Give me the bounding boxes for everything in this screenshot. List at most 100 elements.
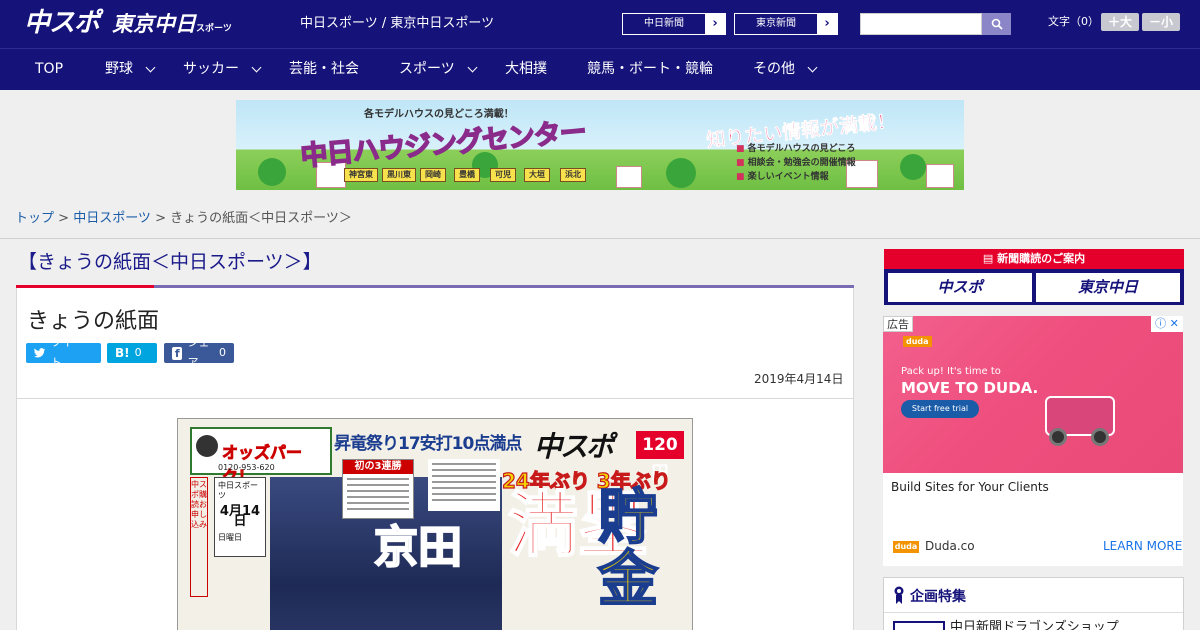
breadcrumb-section-link[interactable]: 中日スポーツ	[73, 211, 151, 226]
card-accent-red	[16, 285, 154, 288]
tokyo-logo-text: 東京中日	[112, 12, 196, 36]
banner-city-tag: 黒川東	[382, 168, 416, 182]
subscription-heading-text: 新聞購読のご案内	[997, 252, 1086, 265]
newspaper-front-page-image[interactable]: オッズパーク！ 0120-953-620 昇竜祭り17安打10点満点 中スポ 1…	[177, 418, 693, 630]
banner-city-tag: 大垣	[524, 168, 550, 182]
nav-label: 野球	[105, 61, 133, 77]
subscribe-tokyo-chunichi-button[interactable]: 東京中日	[1036, 273, 1180, 302]
main-nav: TOP 野球 サッカー 芸能・社会 スポーツ 大相撲 競馬・ボート・競輪 その他	[0, 48, 1200, 90]
front-page-big-text: 貯金	[597, 483, 659, 615]
nav-label: TOP	[35, 61, 64, 77]
wheel-icon	[1049, 428, 1067, 446]
chevron-down-icon	[251, 62, 262, 73]
front-page-date-box: 中日スポーツ 4月14日 日曜日	[214, 477, 266, 557]
tree-icon	[258, 158, 286, 186]
font-smaller-button[interactable]: －小	[1142, 13, 1180, 31]
wheel-icon	[1091, 428, 1109, 446]
divider	[17, 398, 853, 399]
subscription-heading: ▤ 新聞購読のご案内	[884, 249, 1184, 269]
facebook-share-button[interactable]: f シェア 0	[164, 336, 234, 369]
house-icon	[616, 166, 642, 188]
ad-close-icon[interactable]: ⓘ ✕	[1151, 316, 1183, 332]
nav-label: その他	[753, 61, 795, 77]
nav-item-other[interactable]: その他	[753, 49, 818, 90]
chunichi-shimbun-label: 中日新聞	[644, 18, 684, 29]
tweet-label: ツイート	[50, 336, 84, 369]
banner-list-item: 楽しいイベント情報	[736, 170, 856, 184]
article-date: 2019年4月14日	[754, 372, 844, 386]
front-page-player-name: 京田	[373, 521, 463, 574]
facebook-icon: f	[172, 346, 183, 360]
feature-item-link[interactable]: 中日新聞ドラゴンズショップ	[950, 620, 1119, 630]
date-box-title: 中日スポーツ	[218, 481, 258, 500]
ad-move-text: MOVE TO DUDA.	[901, 379, 1039, 397]
tree-icon	[666, 158, 696, 188]
subscribe-chusupo-button[interactable]: 中スポ	[888, 273, 1032, 302]
tokyo-shimbun-label: 東京新聞	[756, 18, 796, 29]
ad-headline[interactable]: Build Sites for Your Clients	[891, 479, 1049, 495]
nav-item-sports[interactable]: スポーツ	[399, 49, 478, 90]
chusupo-logo[interactable]: 中スポ	[24, 8, 100, 38]
duda-logo: duda	[903, 336, 932, 347]
tokyo-shimbun-link[interactable]: 東京新聞 ›	[734, 13, 838, 35]
search-icon	[991, 18, 1003, 30]
page-heading: 【きょうの紙面＜中日スポーツ＞】	[18, 251, 322, 273]
nav-item-entertainment[interactable]: 芸能・社会	[289, 49, 359, 90]
front-page-logo: 中スポ	[534, 430, 614, 463]
search-input[interactable]	[860, 13, 982, 35]
chevron-down-icon	[807, 62, 818, 73]
chevron-down-icon	[145, 62, 156, 73]
facebook-share-count: 0	[219, 346, 226, 359]
feature-thumbnail[interactable]	[893, 621, 945, 630]
font-size-label: 文字（0）	[1048, 15, 1099, 28]
nav-label: スポーツ	[399, 61, 455, 77]
nav-item-sumo[interactable]: 大相撲	[505, 49, 547, 90]
housing-center-banner[interactable]: 各モデルハウスの見どころ満載！ 中日ハウジングセンター 知りたい情報が満載！ 各…	[236, 100, 964, 190]
banner-city-tag: 浜北	[560, 168, 586, 182]
article-title: きょうの紙面	[27, 309, 160, 334]
nav-label: 大相撲	[505, 61, 547, 77]
chunichi-shimbun-link[interactable]: 中日新聞 ›	[622, 13, 726, 35]
font-larger-button[interactable]: ＋大	[1101, 13, 1139, 31]
nav-item-soccer[interactable]: サッカー	[183, 49, 262, 90]
learn-more-link[interactable]: LEARN MORE	[1103, 538, 1182, 554]
oddspark-phone: 0120-953-620	[218, 463, 275, 472]
breadcrumb-separator: >	[150, 211, 171, 226]
nav-label: サッカー	[183, 61, 239, 77]
front-page-price: 120円	[636, 431, 684, 483]
chevron-down-icon	[467, 62, 478, 73]
tweet-button[interactable]: ツイート	[26, 336, 101, 369]
nav-item-baseball[interactable]: 野球	[105, 49, 156, 90]
divider	[0, 238, 1200, 239]
hatena-icon: B!	[115, 346, 130, 360]
tokyo-chunichi-logo[interactable]: 東京中日スポーツ	[112, 12, 232, 41]
date-box-date: 4月14日	[219, 504, 261, 529]
card-accent-purple	[154, 285, 854, 288]
ribbon-icon	[894, 586, 904, 604]
ad-image[interactable]: duda Pack up! It's time to MOVE TO DUDA.…	[883, 316, 1183, 473]
date-box-day: 日曜日	[218, 533, 242, 542]
front-page-body-text	[428, 459, 500, 511]
breadcrumb-top-link[interactable]: トップ	[15, 211, 54, 226]
banner-info-list: 各モデルハウスの見どころ 相談会・勉強会の開催情報 楽しいイベント情報	[736, 142, 856, 184]
front-page-box-title: 初の3連勝	[343, 460, 413, 474]
breadcrumb-separator: >	[54, 211, 74, 226]
ad-brand[interactable]: Duda.co	[925, 538, 975, 554]
start-free-trial-button[interactable]: Start free trial	[901, 400, 979, 418]
banner-list-item: 各モデルハウスの見どころ	[736, 142, 856, 156]
feature-title: 企画特集	[910, 589, 966, 605]
nav-item-top[interactable]: TOP	[35, 49, 63, 90]
ad-pack-text: Pack up! It's time to	[901, 366, 1001, 377]
breadcrumb-current: きょうの紙面＜中日スポーツ＞	[170, 211, 352, 226]
search-button[interactable]	[982, 13, 1011, 35]
nav-item-racing[interactable]: 競馬・ボート・競輪	[587, 49, 713, 90]
duda-badge-icon: duda	[893, 541, 919, 553]
chevron-right-icon: ›	[817, 14, 837, 34]
site-title: 中日スポーツ / 東京中日スポーツ	[300, 16, 495, 31]
banner-list-item: 相談会・勉強会の開催情報	[736, 156, 856, 170]
hatena-bookmark-button[interactable]: B! 0	[107, 343, 157, 363]
chevron-right-icon: ›	[705, 14, 725, 34]
tokyo-logo-small: スポーツ	[196, 24, 232, 34]
banner-city-tag: 可児	[490, 168, 516, 182]
breadcrumb: トップ > 中日スポーツ > きょうの紙面＜中日スポーツ＞	[15, 211, 352, 227]
